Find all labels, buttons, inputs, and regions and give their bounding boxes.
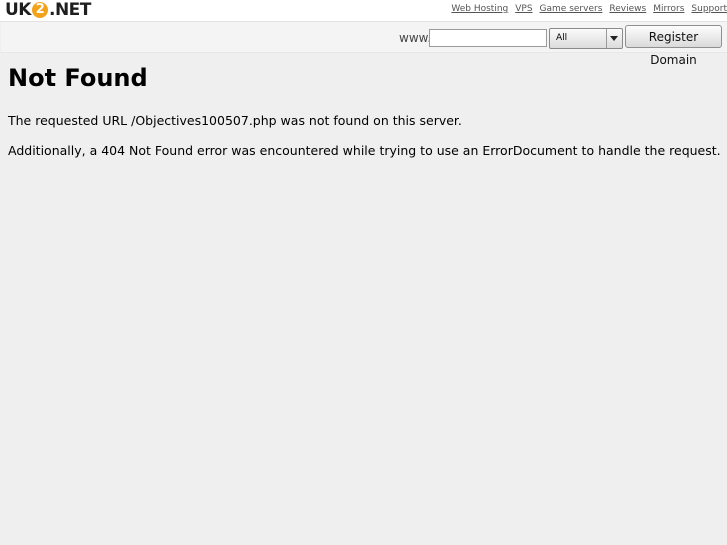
domain-input[interactable] <box>429 29 547 47</box>
error-document-message: Additionally, a 404 Not Found error was … <box>8 143 721 158</box>
dropdown-button[interactable] <box>606 29 622 48</box>
nav-link-support[interactable]: Support <box>691 3 727 15</box>
nav-link-web-hosting[interactable]: Web Hosting <box>451 3 508 15</box>
logo-suffix: .NET <box>48 0 91 20</box>
chevron-down-icon <box>610 36 618 41</box>
domain-search-bar: www. All Register Domain <box>1 22 727 67</box>
nav-link-reviews[interactable]: Reviews <box>609 3 646 15</box>
nav-link-mirrors[interactable]: Mirrors <box>653 3 684 15</box>
logo-digit: 2 <box>31 2 48 18</box>
logo-prefix: UK <box>5 0 31 20</box>
register-domain-button[interactable]: Register Domain <box>625 25 722 67</box>
nav-link-vps[interactable]: VPS <box>515 3 532 15</box>
tld-select[interactable]: All <box>549 28 623 49</box>
www-prefix-label: www. <box>399 31 432 45</box>
top-bar: UK 2 .NET Web Hosting VPS Game servers Rev… <box>0 0 727 22</box>
error-message: The requested URL /Objectives100507.php … <box>8 113 462 128</box>
tld-select-value: All <box>556 33 568 43</box>
nav-link-game-servers[interactable]: Game servers <box>540 3 603 15</box>
site-logo[interactable]: UK 2 .NET <box>5 0 91 20</box>
page-title: Not Found <box>8 64 148 92</box>
top-nav: Web Hosting VPS Game servers Reviews Mir… <box>444 3 727 15</box>
